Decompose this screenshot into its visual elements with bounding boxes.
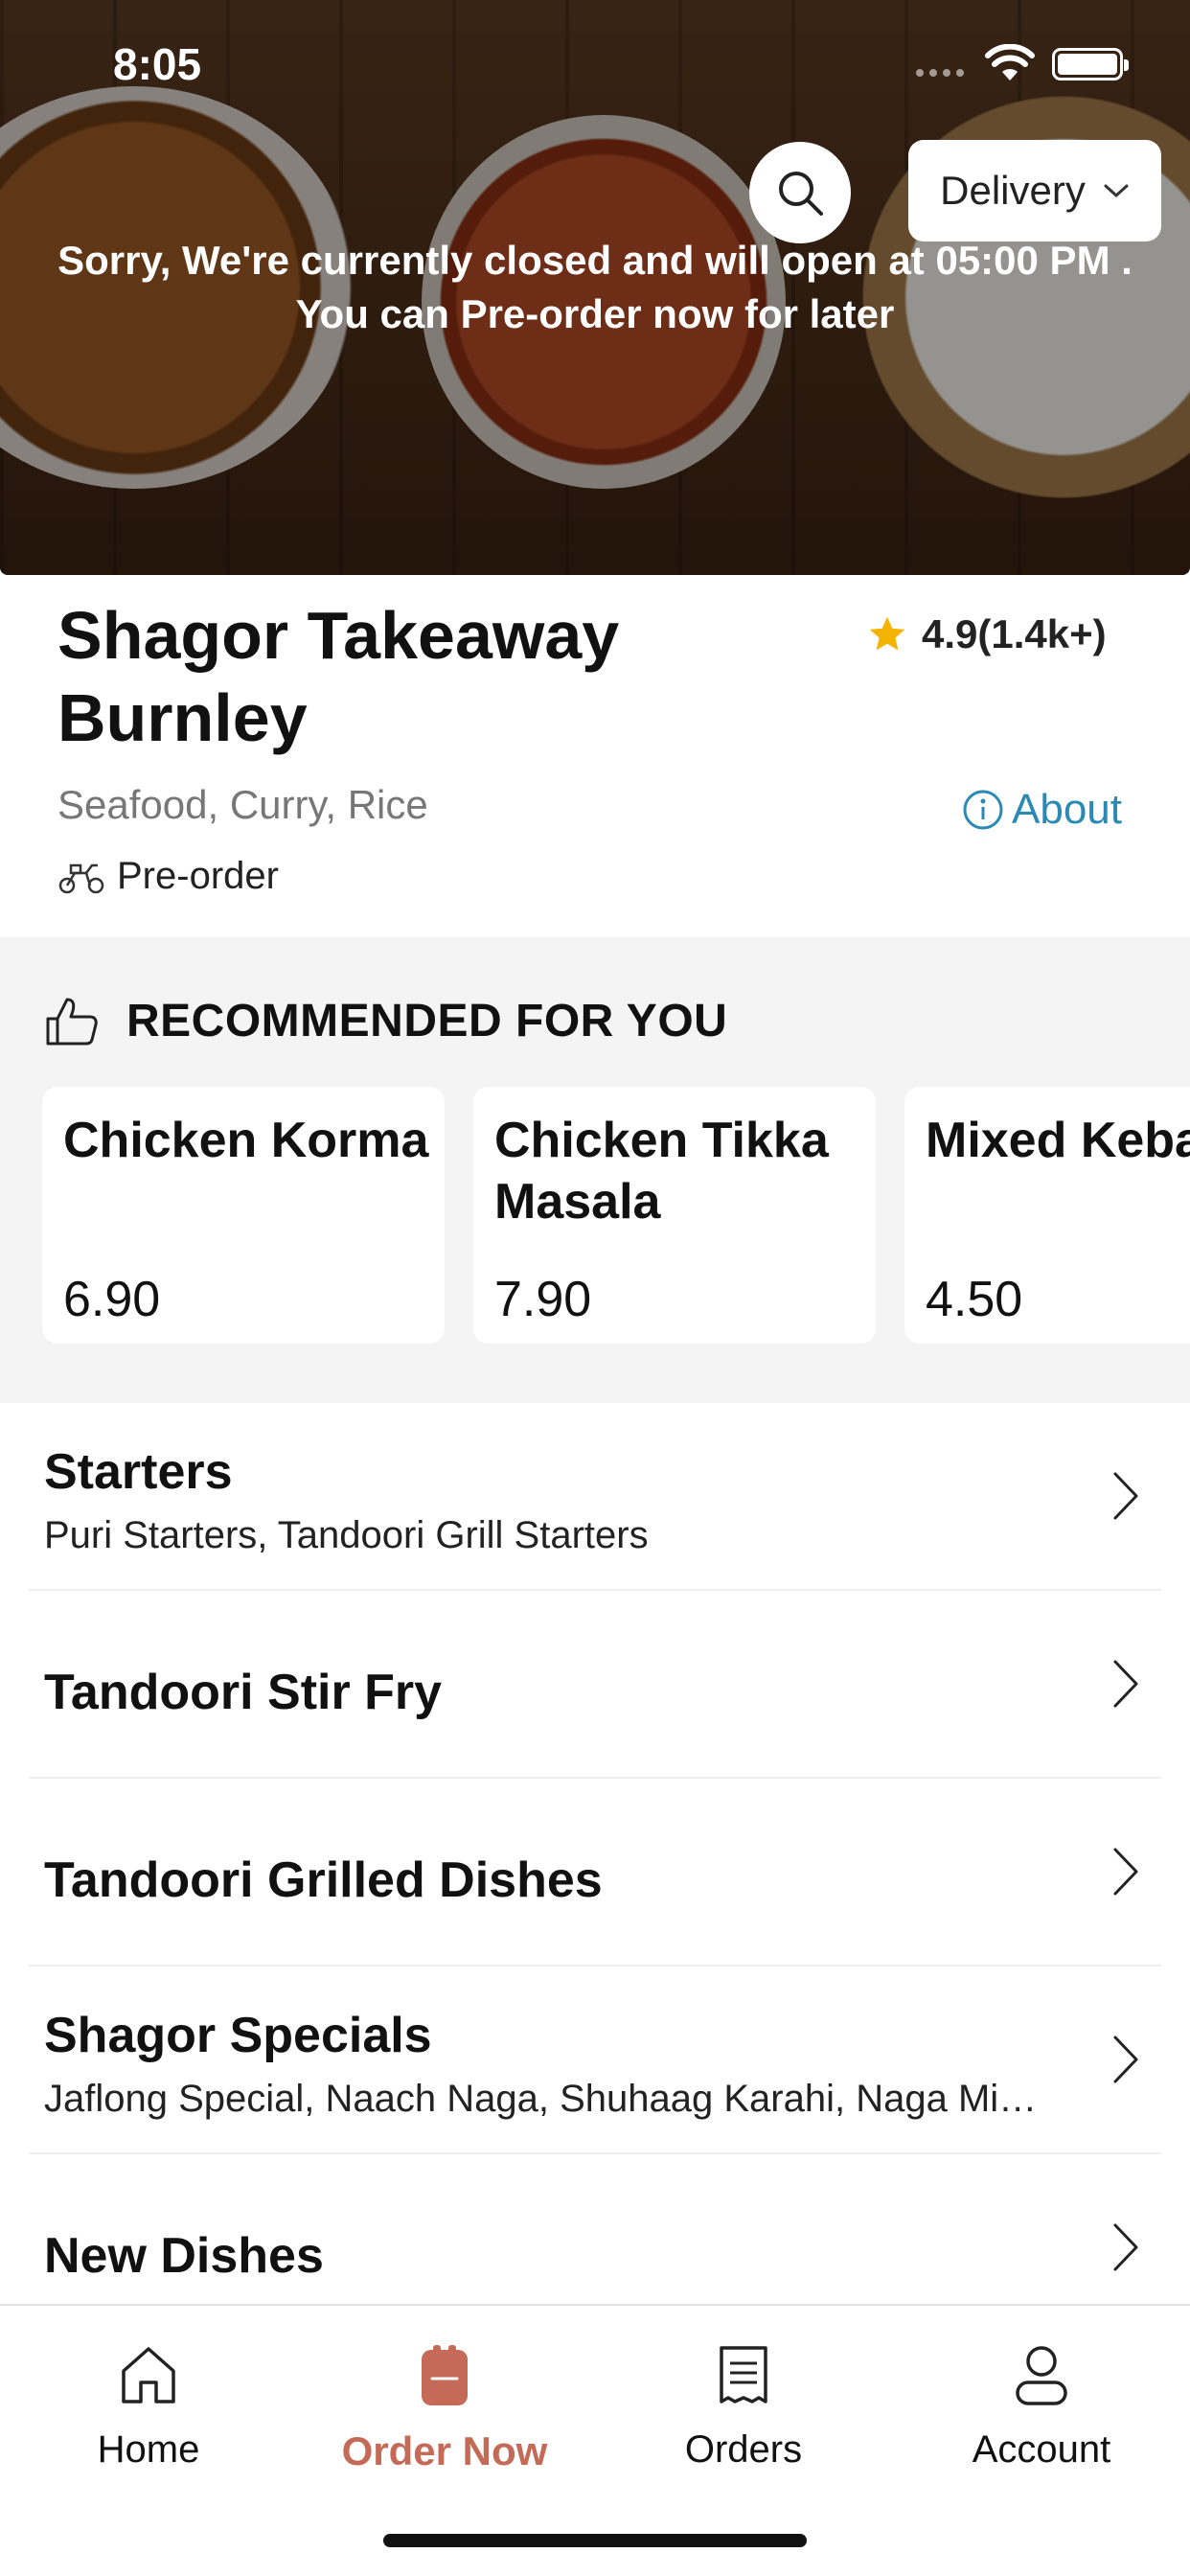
about-label: About: [1012, 786, 1122, 833]
category-title: Shagor Specials: [44, 2008, 432, 2063]
person-icon: [1016, 2346, 1067, 2405]
about-link[interactable]: About: [962, 786, 1122, 834]
hero-banner: 8:05 Delivery Sorry, We're currently clo…: [0, 0, 1190, 575]
home-indicator: [383, 2534, 807, 2547]
cuisine-list: Seafood, Curry, Rice: [57, 782, 428, 827]
closed-message: Sorry, We're currently closed and will o…: [19, 234, 1171, 341]
signal-icon: [916, 69, 964, 77]
category-row-shagor-specials[interactable]: Shagor Specials Jaflong Special, Naach N…: [29, 1966, 1161, 2154]
chevron-down-icon: [1104, 184, 1129, 197]
category-title: New Dishes: [44, 2228, 324, 2284]
recommended-card[interactable]: Mixed Kebab Starter 4.50: [904, 1087, 1190, 1344]
category-subtitle: Jaflong Special, Naach Naga, Shuhaag Kar…: [44, 2078, 1038, 2120]
recommended-card[interactable]: Chicken Tikka Masala 7.90: [473, 1087, 876, 1344]
recommended-item-name: Chicken Tikka Masala: [494, 1113, 829, 1230]
status-time: 8:05: [113, 39, 202, 89]
chevron-right-icon: [1113, 2223, 1138, 2271]
delivery-mode-dropdown[interactable]: Delivery: [908, 140, 1161, 242]
rating: 4.9(1.4k+): [866, 611, 1107, 657]
category-row-tandoori-grilled[interactable]: Tandoori Grilled Dishes: [29, 1779, 1161, 1966]
chevron-right-icon: [1113, 1660, 1138, 1708]
search-icon: [779, 172, 823, 216]
rating-value: 4.9(1.4k+): [922, 611, 1107, 656]
category-title: Tandoori Stir Fry: [44, 1665, 443, 1720]
order-icon: [422, 2345, 468, 2405]
tab-home[interactable]: Home: [5, 2344, 292, 2472]
tab-orders[interactable]: Orders: [600, 2344, 887, 2472]
tab-account[interactable]: Account: [898, 2344, 1185, 2472]
scooter-icon: [58, 863, 104, 893]
category-title: Starters: [44, 1444, 233, 1500]
info-icon: [963, 790, 1003, 830]
recommended-header: RECOMMENDED FOR YOU: [44, 995, 727, 1047]
category-row-starters[interactable]: Starters Puri Starters, Tandoori Grill S…: [29, 1403, 1161, 1591]
closed-message-line2: You can Pre-order now for later: [295, 291, 895, 336]
chevron-right-icon: [1113, 1472, 1138, 1520]
star-icon: [869, 616, 905, 651]
delivery-mode-label: Delivery: [940, 168, 1086, 213]
chevron-right-icon: [1113, 2036, 1138, 2083]
tab-label: Home: [97, 2428, 200, 2471]
recommended-item-price: 4.50: [926, 1272, 1023, 1327]
recommended-card[interactable]: Chicken Korma 6.90: [42, 1087, 445, 1344]
preorder-indicator: Pre-order: [57, 855, 279, 898]
tab-label: Order Now: [341, 2428, 548, 2473]
restaurant-name: Shagor Takeaway Burnley: [57, 598, 620, 755]
recommended-item-name: Mixed Kebab Starter: [926, 1113, 1190, 1168]
wifi-icon: [985, 44, 1035, 80]
search-button[interactable]: [749, 142, 851, 243]
thumbs-up-icon: [46, 998, 98, 1045]
tab-order-now[interactable]: Order Now: [301, 2344, 588, 2474]
preorder-label: Pre-order: [117, 855, 279, 897]
chevron-right-icon: [1113, 1848, 1138, 1896]
category-row-tandoori-stir-fry[interactable]: Tandoori Stir Fry: [29, 1591, 1161, 1779]
status-bar: 8:05: [0, 0, 1190, 126]
tab-label: Account: [972, 2428, 1111, 2471]
closed-message-line1: Sorry, We're currently closed and will o…: [57, 238, 1133, 283]
recommended-title: RECOMMENDED FOR YOU: [126, 996, 728, 1046]
recommended-item-price: 6.90: [63, 1272, 161, 1327]
recommended-item-name: Chicken Korma: [63, 1113, 429, 1168]
home-icon: [122, 2347, 175, 2404]
receipt-icon: [720, 2346, 767, 2404]
recommended-item-price: 7.90: [494, 1272, 592, 1327]
tab-label: Orders: [684, 2428, 803, 2471]
category-subtitle: Puri Starters, Tandoori Grill Starters: [44, 1514, 649, 1556]
category-title: Tandoori Grilled Dishes: [44, 1852, 603, 1908]
battery-icon: [1052, 48, 1129, 80]
recommended-section: RECOMMENDED FOR YOU Chicken Korma 6.90 C…: [0, 937, 1190, 1403]
